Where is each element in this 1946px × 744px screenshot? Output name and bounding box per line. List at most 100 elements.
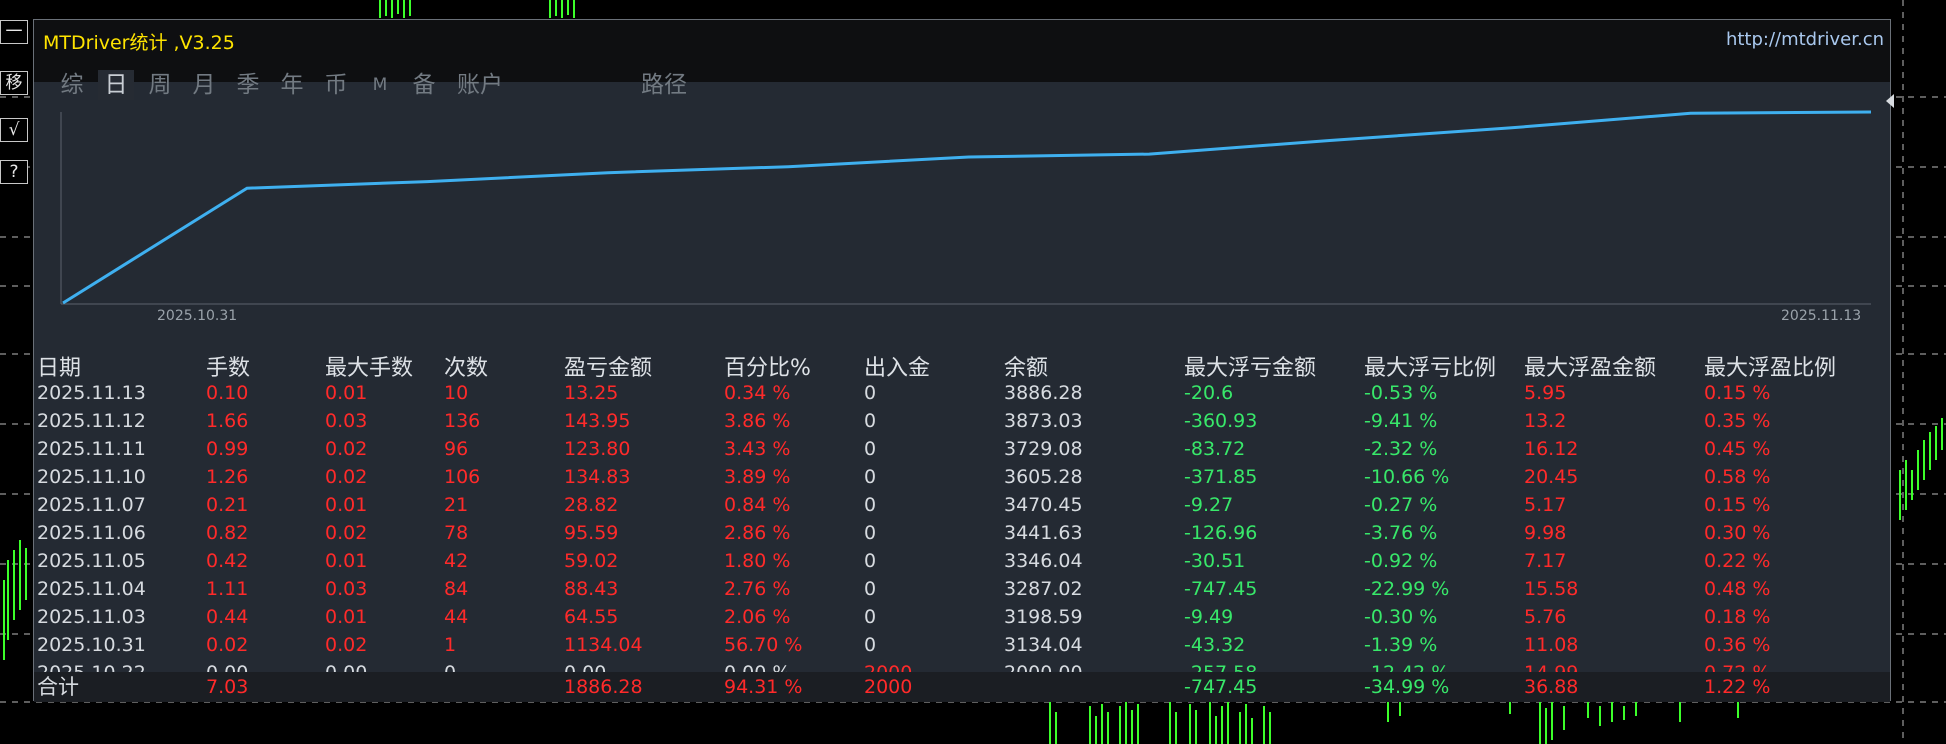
table-cell: 0.35 %	[1704, 410, 1771, 432]
tab-yearly[interactable]: 年	[274, 70, 310, 100]
stats-panel: MTDriver统计 ,V3.25 http://mtdriver.cn 综 日…	[33, 19, 1894, 702]
column-header[interactable]: 最大手数	[325, 350, 413, 382]
column-header[interactable]: 盈亏金额	[564, 350, 652, 382]
total-cell: -747.45	[1184, 676, 1258, 698]
total-cell: 1.22 %	[1704, 676, 1771, 698]
table-row[interactable]: 2025.11.04 1.11 0.03 84 88.43 2.76 % 0 3287.02 -…	[34, 575, 1890, 603]
table-cell: 2025.11.13	[37, 382, 146, 404]
table-cell: 3873.03	[1004, 410, 1083, 432]
table-cell: 0.18 %	[1704, 606, 1771, 628]
total-cell: 94.31 %	[724, 676, 803, 698]
title-bar: MTDriver统计 ,V3.25 http://mtdriver.cn 综 日…	[34, 20, 1890, 100]
table-cell: 134.83	[564, 466, 631, 488]
table-cell: 0.82	[206, 522, 249, 544]
table-cell: 5.17	[1524, 494, 1567, 516]
table-cell: 13.2	[1524, 410, 1567, 432]
table-row[interactable]: 2025.11.03 0.44 0.01 44 64.55 2.06 % 0 3198.59 -…	[34, 603, 1890, 631]
table-cell: 2025.11.04	[37, 578, 146, 600]
table-cell: 3729.08	[1004, 438, 1083, 460]
tab-account[interactable]: 账户	[452, 70, 508, 100]
table-row[interactable]: 2025.11.12 1.66 0.03 136 143.95 3.86 % 0 3873.0…	[34, 407, 1890, 435]
move-button[interactable]: 移	[0, 71, 28, 95]
tab-backup[interactable]: 备	[406, 70, 442, 100]
table-cell: 3346.04	[1004, 550, 1083, 572]
table-cell: 0.30 %	[1704, 522, 1771, 544]
minimize-button[interactable]: 一	[0, 20, 28, 44]
table-cell: 0.99	[206, 438, 249, 460]
table-cell: 1.26	[206, 466, 249, 488]
table-cell: 0.01	[325, 382, 368, 404]
table-row[interactable]: 2025.11.13 0.10 0.01 10 13.25 0.34 % 0 3886.28 -…	[34, 379, 1890, 407]
table-cell: -1.39 %	[1364, 634, 1438, 656]
table-cell: 0	[864, 466, 877, 488]
table-cell: 2025.11.12	[37, 410, 146, 432]
confirm-button[interactable]: √	[0, 118, 28, 142]
equity-chart: 2025.10.31 2025.11.13	[59, 106, 1875, 324]
table-row[interactable]: 2025.11.05 0.42 0.01 42 59.02 1.80 % 0 3346.04 -…	[34, 547, 1890, 575]
table-cell: 0.01	[325, 550, 368, 572]
table-cell: 3470.45	[1004, 494, 1083, 516]
table-cell: 0.34 %	[724, 382, 791, 404]
table-cell: 0	[864, 494, 877, 516]
table-cell: -371.85	[1184, 466, 1258, 488]
table-row[interactable]: 2025.11.07 0.21 0.01 21 28.82 0.84 % 0 3470.45 -…	[34, 491, 1890, 519]
table-cell: 20.45	[1524, 466, 1579, 488]
table-cell: 0	[864, 578, 877, 600]
table-header: 日期 手数 最大手数 次数 盈亏金额 百分比% 出入金 余额 最大浮亏金额 最大浮亏比例 最大浮盈金…	[34, 350, 1890, 381]
column-header[interactable]: 次数	[444, 350, 488, 382]
table-cell: 0.02	[206, 634, 249, 656]
tab-currency[interactable]: 币	[318, 70, 354, 100]
website-link[interactable]: http://mtdriver.cn	[1726, 29, 1884, 50]
table-cell: 123.80	[564, 438, 631, 460]
column-header[interactable]: 最大浮亏比例	[1364, 350, 1496, 382]
table-cell: 2025.11.11	[37, 438, 146, 460]
resize-arrow-icon[interactable]	[1886, 94, 1894, 108]
tab-summary[interactable]: 综	[54, 70, 90, 100]
column-header[interactable]: 最大浮亏金额	[1184, 350, 1316, 382]
table-cell: 0.45 %	[1704, 438, 1771, 460]
table-cell: 15.58	[1524, 578, 1579, 600]
help-button[interactable]: ?	[0, 160, 28, 184]
table-cell: 2025.11.03	[37, 606, 146, 628]
column-header[interactable]: 余额	[1004, 350, 1048, 382]
column-header[interactable]: 手数	[206, 350, 250, 382]
table-cell: 3134.04	[1004, 634, 1083, 656]
column-header[interactable]: 日期	[37, 350, 81, 382]
tab-weekly[interactable]: 周	[142, 70, 178, 100]
table-row[interactable]: 2025.11.06 0.82 0.02 78 95.59 2.86 % 0 3441.63 -…	[34, 519, 1890, 547]
table-cell: 0.48 %	[1704, 578, 1771, 600]
column-header[interactable]: 最大浮盈金额	[1524, 350, 1656, 382]
table-cell: 0.03	[325, 410, 368, 432]
table-cell: 9.98	[1524, 522, 1567, 544]
table-row[interactable]: 2025.11.11 0.99 0.02 96 123.80 3.43 % 0 3729.08…	[34, 435, 1890, 463]
table-cell: 0.84 %	[724, 494, 791, 516]
table-cell: 21	[444, 494, 469, 516]
total-row: 合计 7.03 1886.28 94.31 % 2000 -747.45 -34.99 % 3…	[34, 672, 1890, 702]
total-cell: 7.03	[206, 676, 249, 698]
table-cell: 2025.11.05	[37, 550, 146, 572]
table-cell: 106	[444, 466, 481, 488]
table-cell: 2.06 %	[724, 606, 791, 628]
table-cell: -9.41 %	[1364, 410, 1438, 432]
table-cell: 3198.59	[1004, 606, 1083, 628]
total-label: 合计	[37, 675, 79, 699]
table-cell: 0.03	[325, 578, 368, 600]
tab-path[interactable]: 路径	[636, 70, 692, 100]
table-row[interactable]: 2025.11.10 1.26 0.02 106 134.83 3.89 % 0 3605.2…	[34, 463, 1890, 491]
table-cell: 1134.04	[564, 634, 643, 656]
table-cell: 3605.28	[1004, 466, 1083, 488]
column-header[interactable]: 百分比%	[724, 350, 811, 382]
table-cell: 42	[444, 550, 469, 572]
table-cell: -126.96	[1184, 522, 1258, 544]
column-header[interactable]: 出入金	[864, 350, 930, 382]
tab-m[interactable]: M	[362, 70, 398, 100]
column-header[interactable]: 最大浮盈比例	[1704, 350, 1836, 382]
table-cell: 96	[444, 438, 469, 460]
tab-quarterly[interactable]: 季	[230, 70, 266, 100]
tab-daily[interactable]: 日	[98, 70, 134, 100]
table-cell: -3.76 %	[1364, 522, 1438, 544]
table-row[interactable]: 2025.10.31 0.02 0.02 1 1134.04 56.70 % 0 3134.0…	[34, 631, 1890, 659]
table-cell: 0.44	[206, 606, 249, 628]
tab-monthly[interactable]: 月	[186, 70, 222, 100]
table-cell: 2025.11.07	[37, 494, 146, 516]
